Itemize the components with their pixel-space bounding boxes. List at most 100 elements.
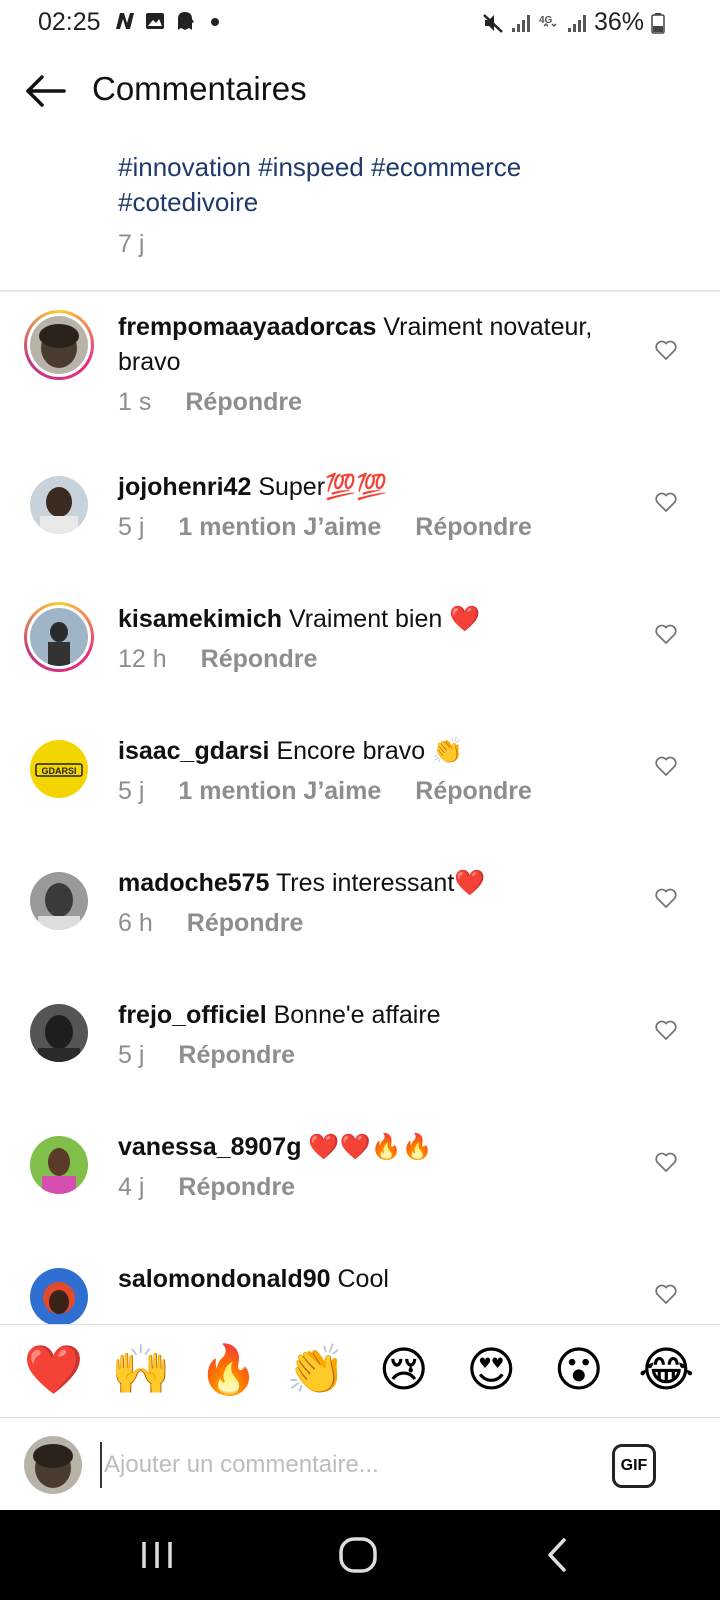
reply-button[interactable]: Répondre [187, 909, 304, 938]
comment-text: Encore bravo 👏 [269, 737, 464, 765]
avatar-wrap[interactable] [24, 1262, 94, 1324]
battery-percent: 36% [593, 8, 644, 36]
page-title: Commentaires [92, 70, 307, 107]
avatar-logo-text: GDARSI [41, 766, 76, 776]
like-button[interactable] [654, 1150, 678, 1174]
recents-icon [142, 1542, 172, 1568]
emoji-fire-button[interactable]: 🔥 [199, 1347, 259, 1395]
like-button[interactable] [654, 490, 678, 514]
like-button[interactable] [654, 886, 678, 910]
emoji-crying-button[interactable]: 😢 [374, 1347, 434, 1395]
like-button[interactable] [654, 1018, 678, 1042]
like-button[interactable] [654, 1282, 678, 1306]
comment-username[interactable]: frempomaayaadorcas [118, 313, 376, 341]
likes-count[interactable]: 1 mention J’aime [178, 777, 381, 806]
post-caption: #innovation #inspeed #ecommerce #cotediv… [118, 150, 678, 259]
heart-outline-icon [655, 492, 677, 512]
avatar-wrap[interactable] [24, 866, 94, 936]
gallery-icon [144, 10, 166, 32]
comment-username[interactable]: frejo_officiel [118, 1001, 267, 1029]
my-avatar [24, 1436, 82, 1494]
comment-username[interactable]: kisamekimich [118, 605, 282, 633]
likes-count[interactable]: 1 mention J’aime [178, 513, 381, 542]
emoji-raising-hands-button[interactable]: 🙌 [111, 1347, 171, 1395]
avatar: GDARSI [30, 740, 88, 798]
heart-outline-icon [655, 1284, 677, 1304]
heart-outline-icon [655, 1152, 677, 1172]
comment-text: ❤️❤️🔥🔥 [301, 1133, 433, 1161]
avatar [30, 1268, 88, 1324]
avatar [30, 1004, 88, 1062]
heart-outline-icon [655, 888, 677, 908]
android-nav-bar [0, 1510, 720, 1600]
avatar [30, 608, 88, 666]
comment-age: 4 j [118, 1173, 145, 1201]
comment-composer: GIF [0, 1420, 720, 1510]
emoji-surprised-button[interactable]: 😮 [549, 1347, 609, 1395]
comment-text: Cool [330, 1265, 389, 1293]
back-nav-button[interactable] [534, 1532, 580, 1578]
emoji-reaction-bar: ❤️ 🙌 🔥 👏 😢 😍 😮 😂 [0, 1324, 720, 1418]
status-bar: 02:25 4G 36% [0, 0, 720, 46]
comment-age: 5 j [118, 1041, 145, 1069]
comment-text: Bonne'e affaire [266, 1001, 441, 1029]
comment-text: Tres interessant❤️ [269, 869, 486, 897]
emoji-laughing-button[interactable]: 😂 [636, 1347, 696, 1395]
comment-username[interactable]: madoche575 [118, 869, 269, 897]
reply-button[interactable]: Répondre [178, 1173, 295, 1202]
status-time: 02:25 [38, 8, 101, 36]
like-button[interactable] [654, 754, 678, 778]
caption-hashtags-line1[interactable]: #innovation #inspeed #ecommerce [118, 150, 678, 185]
4g-icon: 4G [538, 12, 560, 34]
reply-button[interactable]: Répondre [415, 513, 532, 542]
like-button[interactable] [654, 338, 678, 362]
avatar [30, 872, 88, 930]
reply-button[interactable]: Répondre [201, 645, 318, 674]
comment-text: Vraiment bien ❤️ [282, 605, 481, 633]
avatar-wrap[interactable] [24, 998, 94, 1068]
heart-outline-icon [655, 340, 677, 360]
status-left-icons [114, 10, 226, 32]
emoji-clap-button[interactable]: 👏 [286, 1347, 346, 1395]
comment-username[interactable]: vanessa_8907g [118, 1133, 301, 1161]
reply-button[interactable]: Répondre [415, 777, 532, 806]
mute-icon [482, 12, 504, 34]
comment-input[interactable] [100, 1442, 580, 1488]
caption-hashtags-line2[interactable]: #cotedivoire [118, 185, 678, 220]
recents-button[interactable] [134, 1532, 180, 1578]
battery-icon [650, 12, 672, 34]
avatar [30, 1136, 88, 1194]
like-button[interactable] [654, 622, 678, 646]
heart-outline-icon [655, 624, 677, 644]
reply-button[interactable]: Répondre [185, 388, 302, 417]
avatar-story-ring[interactable] [24, 602, 94, 672]
comment-username[interactable]: salomondonald90 [118, 1265, 331, 1293]
comment-age: 6 h [118, 909, 153, 937]
comment-age: 5 j [118, 513, 145, 541]
comments-list[interactable]: frempomaayaadorcas Vraiment novateur, br… [0, 292, 720, 1324]
avatar-wrap[interactable] [24, 1130, 94, 1200]
comment-age: 12 h [118, 645, 167, 673]
emoji-heart-eyes-button[interactable]: 😍 [461, 1347, 521, 1395]
back-button[interactable] [22, 68, 68, 114]
heart-outline-icon [655, 756, 677, 776]
header: Commentaires [0, 50, 720, 130]
avatar-wrap[interactable] [24, 470, 94, 540]
home-button[interactable] [336, 1532, 382, 1578]
comment-age: 5 j [118, 777, 145, 805]
home-icon [339, 1537, 377, 1573]
comment-age: 1 s [118, 388, 152, 416]
reply-button[interactable]: Répondre [178, 1041, 295, 1070]
avatar [30, 316, 88, 374]
avatar [30, 476, 88, 534]
comment-username[interactable]: jojohenri42 [118, 473, 251, 501]
status-right: 4G 36% [482, 8, 672, 37]
avatar-wrap[interactable]: GDARSI [24, 734, 94, 804]
dot-icon [204, 10, 226, 32]
gif-button[interactable]: GIF [612, 1444, 656, 1488]
emoji-heart-button[interactable]: ❤️ [24, 1347, 84, 1395]
comment-username[interactable]: isaac_gdarsi [118, 737, 270, 765]
ghost-icon [174, 10, 196, 32]
caption-age: 7 j [118, 230, 145, 258]
avatar-story-ring[interactable] [24, 310, 94, 380]
